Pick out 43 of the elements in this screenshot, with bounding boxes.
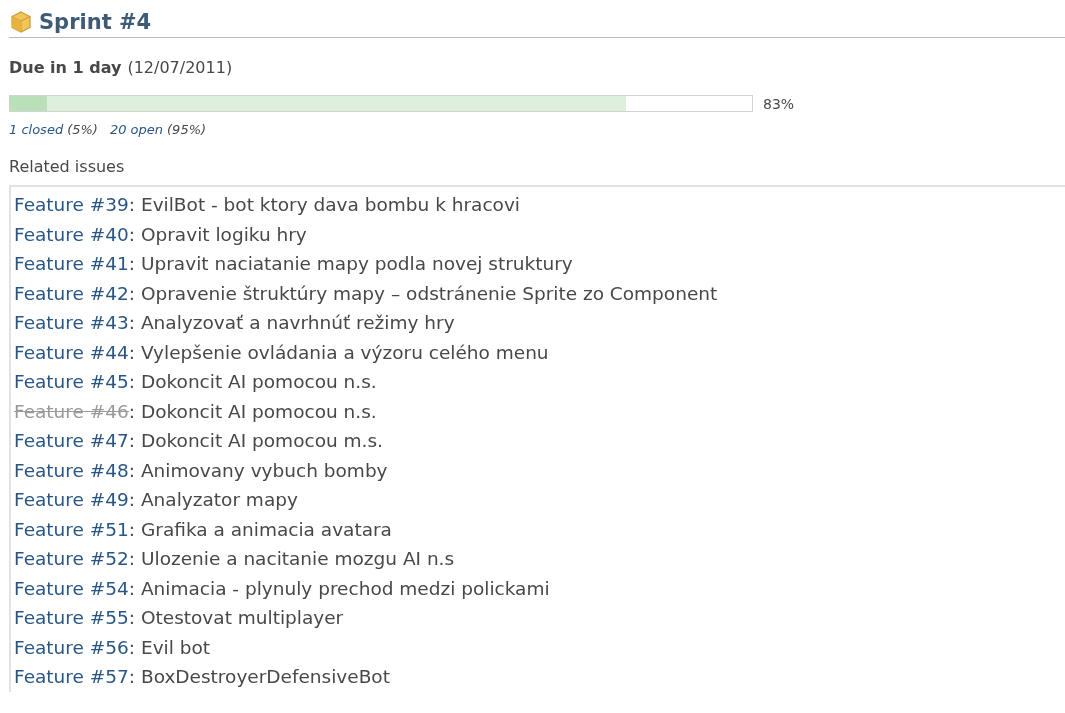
issue-link[interactable]: Feature #42 (14, 282, 129, 304)
issue-subject: : Grafika a animacia avatara (128, 518, 392, 540)
issue-count-link[interactable]: 20 open (109, 122, 164, 137)
issue-subject: : Vylepšenie ovládania a výzoru celého menu (128, 341, 549, 363)
issue-count-link[interactable]: 1 closed (9, 122, 64, 137)
related-issues-heading: Related issues (9, 157, 126, 176)
issue-count-percent: (95%) (167, 122, 207, 137)
issue-link[interactable]: Feature #57 (14, 666, 129, 687)
issue-link[interactable]: Feature #55 (14, 607, 129, 628)
issue-link[interactable]: Feature #39 (14, 194, 129, 215)
issue-subject: : Opravenie štruktúry mapy – odstránenie Sprite zo Component (128, 282, 718, 304)
sprint-title: Sprint #4 (39, 10, 152, 34)
issue-link[interactable]: Feature #54 (14, 577, 129, 599)
issue-link[interactable]: Feature #56 (14, 636, 129, 658)
issue-link[interactable]: Feature #41 (14, 253, 129, 274)
issue-subject: : Dokoncit AI pomocou n.s. (128, 400, 377, 422)
issue-subject: : Animacia - plynuly prechod medzi polickami (128, 577, 550, 599)
due-label: Due in 1 day (9, 58, 122, 77)
issue-link[interactable]: Feature #47 (14, 430, 129, 451)
issue-subject: : Upravit naciatanie mapy podla novej struktury (128, 253, 573, 274)
issue-subject: : Evil bot (128, 636, 211, 658)
issue-subject: : Otestovat multiplayer (128, 607, 344, 628)
issue-subject: : Opravit logiku hry (128, 223, 307, 245)
package-icon (9, 10, 33, 34)
issue-subject: : Dokoncit AI pomocou m.s. (128, 430, 383, 451)
progress-percent: 83% (763, 95, 795, 112)
issue-subject: : Ulozenie a nacitanie mozgu AI n.s (128, 548, 455, 569)
issue-subject: : BoxDestroyerDefensiveBot (128, 666, 390, 687)
issue-subject: : Analyzovať a navrhnúť režimy hry (128, 312, 455, 333)
issue-subject: : Dokoncit AI pomocou n.s. (128, 371, 377, 392)
issue-subject: : EvilBot - bot ktory dava bombu k hracovi (128, 194, 520, 215)
due-date: (12/07/2011) (127, 58, 233, 77)
issue-link[interactable]: Feature #49 (14, 489, 129, 510)
issue-link[interactable]: Feature #44 (14, 341, 129, 363)
issue-link[interactable]: Feature #45 (14, 371, 129, 392)
issue-link[interactable]: Feature #40 (14, 223, 129, 245)
issue-count-percent: (5%) (67, 122, 98, 137)
issue-subject: : Analyzator mapy (128, 489, 298, 510)
issue-link[interactable]: Feature #48 (14, 459, 129, 481)
issue-link[interactable]: Feature #43 (14, 312, 129, 333)
issue-link[interactable]: Feature #52 (14, 548, 129, 569)
issue-link[interactable]: Feature #51 (14, 518, 129, 540)
issue-subject: : Animovany vybuch bomby (128, 459, 388, 481)
